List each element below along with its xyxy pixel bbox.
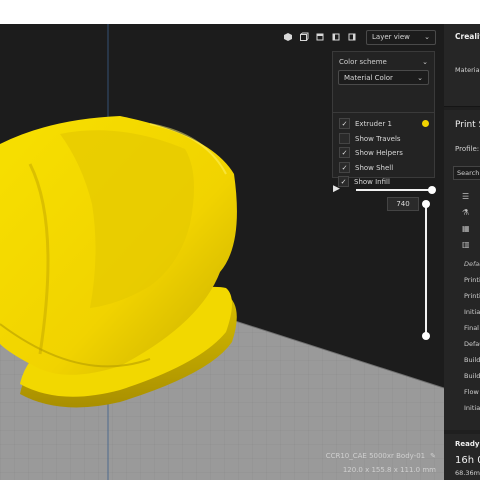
path-slider-track[interactable] xyxy=(356,189,431,191)
edit-pencil-icon[interactable]: ✎ xyxy=(430,452,436,460)
machine-name: Creality CR-10 xyxy=(455,32,480,41)
front-view-icon[interactable] xyxy=(296,29,312,45)
settings-row[interactable]: Final Printing Temperature xyxy=(464,324,480,332)
left-view-icon[interactable] xyxy=(328,29,344,45)
view-type-select[interactable]: Layer view ⌄ xyxy=(366,29,436,45)
extruder-1-color-swatch xyxy=(422,120,429,127)
color-scheme-title: Color scheme xyxy=(339,58,387,66)
layer-slider-top-handle[interactable] xyxy=(422,200,430,208)
profile-label: Profile: xyxy=(455,145,480,153)
show-travels-label: Show Travels xyxy=(355,134,401,143)
view-type-label: Layer view xyxy=(372,33,410,41)
settings-row[interactable]: Printing Temperature Initial Layer xyxy=(464,292,480,300)
material-label: Material xyxy=(455,66,480,74)
settings-row[interactable]: Printing Temperature xyxy=(464,276,480,284)
settings-search-input[interactable]: Search settings xyxy=(453,166,480,180)
quality-icon[interactable]: ☰ xyxy=(462,192,471,201)
color-scheme-panel: Color scheme ⌄ Material Color ⌄ ✓ Extrud… xyxy=(332,51,435,178)
settings-row[interactable]: Flow xyxy=(464,388,479,396)
3d-viewport[interactable]: Layer view ⌄ Color scheme ⌄ Material Col… xyxy=(0,24,444,480)
show-shell-label: Show Shell xyxy=(355,163,394,172)
current-layer-box[interactable]: 740 xyxy=(387,197,419,211)
show-infill-row[interactable]: ✓ Show Infill xyxy=(338,175,428,188)
settings-row[interactable]: Initial Printing Temperature xyxy=(464,308,480,316)
ready-label: Ready to print xyxy=(455,440,480,448)
show-helpers-row[interactable]: ✓ Show Helpers xyxy=(339,146,429,159)
settings-row[interactable]: Initial Layer Flow xyxy=(464,404,480,412)
extruder-1-label: Extruder 1 xyxy=(355,119,392,128)
3d-view-icon[interactable] xyxy=(280,29,296,45)
chevron-down-icon: ⌄ xyxy=(424,33,430,41)
show-shell-row[interactable]: ✓ Show Shell xyxy=(339,161,429,174)
object-name: CCR10_CAE 5000xr Body-01 xyxy=(325,452,426,460)
show-infill-label: Show Infill xyxy=(354,177,390,186)
layer-slider-bottom-handle[interactable] xyxy=(422,332,430,340)
print-settings-panel: Print Settings Profile: Search settings … xyxy=(444,110,480,430)
walls-icon[interactable]: ▥ xyxy=(462,240,471,249)
extruder-1-row[interactable]: ✓ Extruder 1 xyxy=(339,117,429,130)
print-summary: Ready to print 16h 0min 68.36m / ~ 204g xyxy=(444,434,480,480)
layer-slider-track[interactable] xyxy=(425,204,427,337)
settings-row[interactable]: Build Plate Temperature xyxy=(464,356,480,364)
show-travels-row[interactable]: Show Travels xyxy=(339,132,429,145)
show-shell-checkbox[interactable]: ✓ xyxy=(339,162,350,173)
collapse-chevron-icon[interactable]: ⌄ xyxy=(422,58,428,66)
divider xyxy=(333,112,434,113)
color-scheme-selected: Material Color xyxy=(344,73,393,82)
infill-icon[interactable]: ▦ xyxy=(462,224,471,233)
settings-row[interactable]: Defaults xyxy=(464,260,480,268)
show-helpers-label: Show Helpers xyxy=(355,148,403,157)
extruder-1-checkbox[interactable]: ✓ xyxy=(339,118,350,129)
play-icon[interactable]: ▶ xyxy=(333,184,343,194)
path-slider-handle[interactable] xyxy=(428,186,436,194)
print-settings-title: Print Settings xyxy=(455,120,480,130)
chevron-down-icon: ⌄ xyxy=(417,73,423,82)
view-toolbar: Layer view ⌄ xyxy=(280,29,436,45)
object-dimensions: 120.0 x 155.8 x 111.0 mm xyxy=(342,466,436,474)
filament-usage: 68.36m / ~ 204g xyxy=(455,469,480,477)
material-flask-icon[interactable]: ⚗ xyxy=(462,208,471,217)
settings-row[interactable]: Default Build Plate Temperature xyxy=(464,340,480,348)
object-info: CCR10_CAE 5000xr Body-01 ✎ 120.0 x 155.8… xyxy=(326,452,436,474)
settings-row[interactable]: Build Plate Temperature Initial Layer xyxy=(464,372,480,380)
color-scheme-select[interactable]: Material Color ⌄ xyxy=(338,70,429,85)
show-travels-checkbox[interactable] xyxy=(339,133,350,144)
machine-selector[interactable]: Creality CR-10 Material xyxy=(444,24,480,107)
right-panel: Creality CR-10 Material Print Settings P… xyxy=(444,24,480,480)
top-view-icon[interactable] xyxy=(312,29,328,45)
show-helpers-checkbox[interactable]: ✓ xyxy=(339,147,350,158)
right-view-icon[interactable] xyxy=(344,29,360,45)
print-time: 16h 0min xyxy=(455,455,480,466)
